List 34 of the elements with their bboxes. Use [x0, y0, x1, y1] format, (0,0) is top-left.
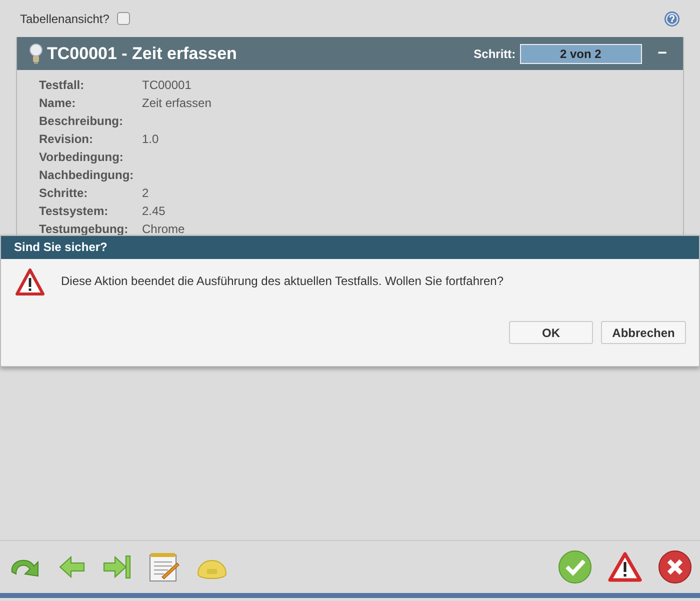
field-value: Zeit erfassen	[142, 95, 212, 112]
step-indicator: 2 von 2	[520, 44, 642, 64]
left-arrow-icon[interactable]	[58, 554, 86, 580]
help-icon[interactable]	[664, 10, 680, 26]
panel-title: TC00001 - Zeit erfassen	[47, 42, 237, 65]
check-circle-icon[interactable]	[558, 550, 592, 584]
cancel-circle-icon[interactable]	[658, 550, 692, 584]
field-value: 2.45	[142, 203, 166, 220]
field-label: Name:	[39, 95, 77, 112]
dialog-title: Sind Sie sicher?	[1, 236, 699, 259]
cancel-button[interactable]: Abbrechen	[601, 321, 686, 344]
warning-icon	[15, 268, 45, 296]
field-value: Chrome	[142, 221, 185, 238]
field-label: Testfall:	[39, 77, 86, 94]
field-value: 2	[142, 185, 149, 202]
warning-icon[interactable]	[608, 551, 642, 583]
checkbox[interactable]	[117, 12, 130, 25]
step-label: Schritt:	[474, 46, 516, 62]
field-label: Testsystem:	[39, 203, 110, 220]
skip-forward-icon[interactable]	[102, 554, 132, 580]
dialog-message: Diese Aktion beendet die Ausführung des aktuellen Testfalls. Wollen Sie fortfahren?	[61, 273, 504, 290]
ok-button[interactable]: OK	[509, 321, 593, 344]
notepad-icon[interactable]	[148, 552, 180, 582]
field-label: Beschreibung:	[39, 113, 124, 130]
collapse-button[interactable]: −	[658, 42, 667, 66]
field-value: TC00001	[142, 77, 192, 94]
field-label: Vorbedingung:	[39, 149, 124, 166]
checkbox-label: Tabellenansicht?	[20, 10, 110, 28]
field-value: 1.0	[142, 131, 159, 148]
field-label: Nachbedingung:	[39, 167, 135, 184]
field-label: Testumgebung:	[39, 221, 130, 238]
lightbulb-icon	[29, 42, 43, 64]
field-label: Revision:	[39, 131, 94, 148]
field-label: Schritte:	[39, 185, 89, 202]
